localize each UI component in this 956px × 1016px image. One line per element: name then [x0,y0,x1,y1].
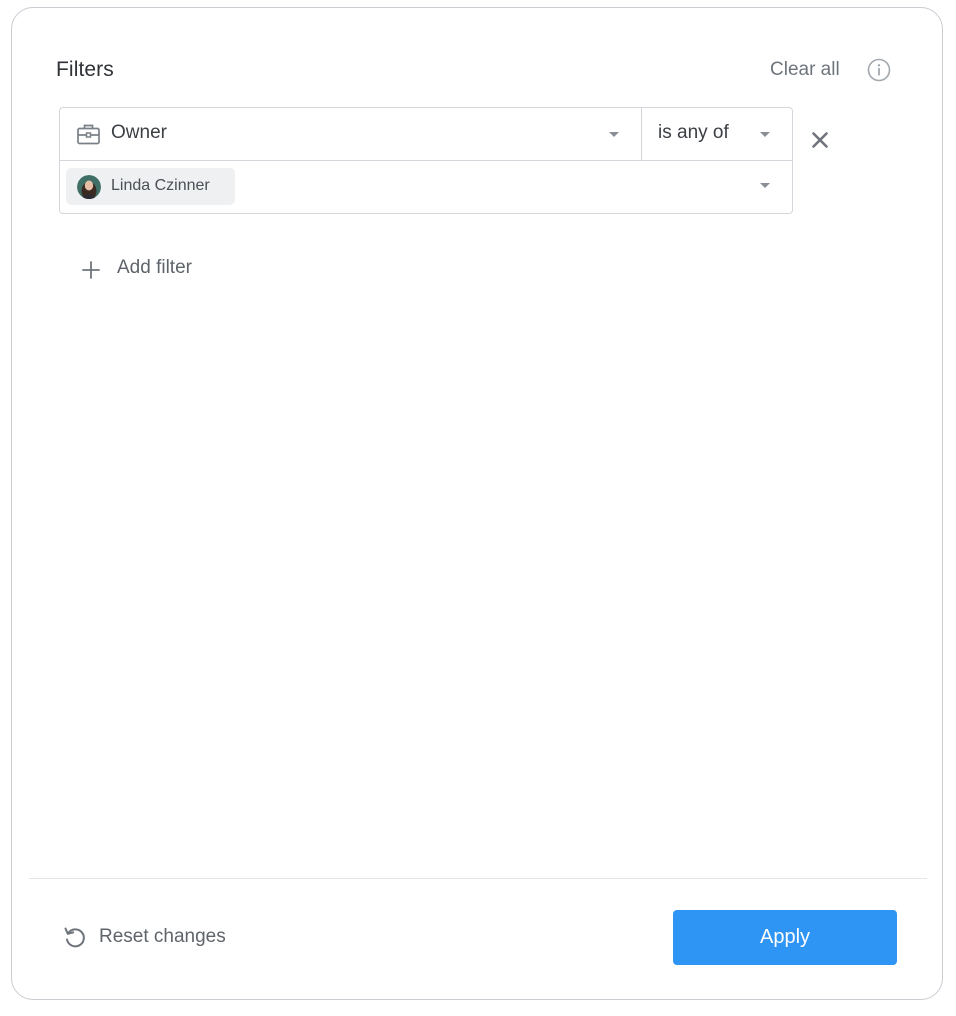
operator-select-label: is any of [658,122,729,143]
add-filter-label: Add filter [117,257,192,278]
value-select[interactable]: Linda Czinner [60,161,792,213]
undo-icon [64,927,85,948]
reset-changes-button[interactable]: Reset changes [62,921,262,953]
value-chip-label: Linda Czinner [111,177,210,194]
field-select[interactable]: Owner [60,108,641,160]
apply-button[interactable]: Apply [673,910,897,965]
close-icon[interactable] [810,130,830,150]
panel-title: Filters [56,58,114,81]
plus-icon [82,261,100,279]
filter-row: Owner is any of Linda Czinner [59,107,793,214]
info-icon[interactable] [867,58,891,82]
briefcase-icon [77,124,100,145]
clear-all-link[interactable]: Clear all [770,59,840,81]
field-select-label: Owner [111,122,167,143]
footer-divider [29,878,927,879]
filter-row-header: Owner is any of [60,108,792,161]
chevron-down-icon [760,183,770,188]
operator-select[interactable]: is any of [642,108,792,160]
reset-changes-label: Reset changes [99,926,226,947]
value-chip[interactable]: Linda Czinner [66,168,235,205]
avatar [77,175,101,199]
filters-panel: Filters Clear all Owner is any of Linda … [11,7,943,1000]
chevron-down-icon [760,132,770,137]
add-filter-button[interactable]: Add filter [70,248,220,279]
chevron-down-icon [609,132,619,137]
